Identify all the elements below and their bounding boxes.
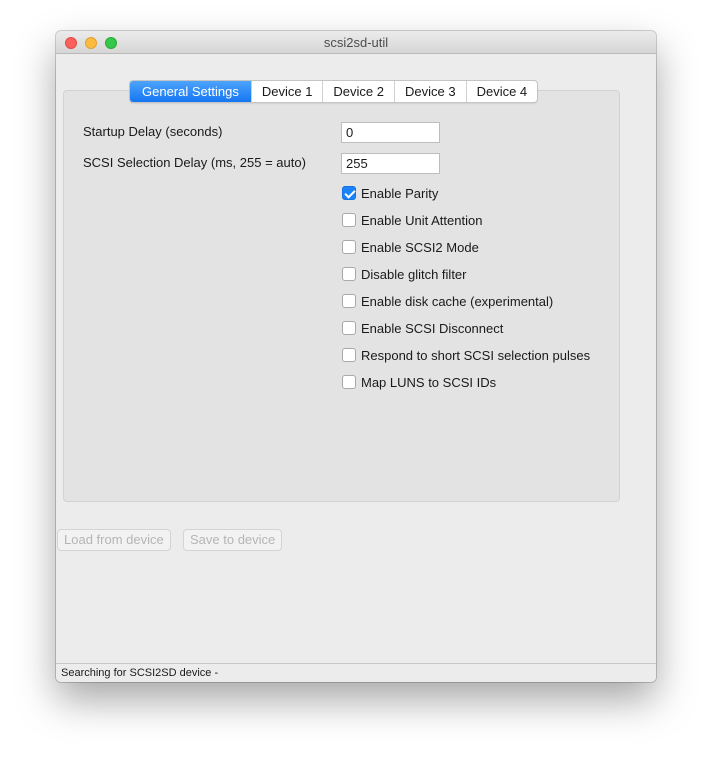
status-bar: Searching for SCSI2SD device - bbox=[56, 663, 656, 682]
enable-scsi2-mode-checkbox[interactable]: Enable SCSI2 Mode bbox=[342, 238, 479, 256]
enable-disk-cache-checkbox[interactable]: Enable disk cache (experimental) bbox=[342, 292, 553, 310]
startup-delay-field[interactable] bbox=[341, 122, 440, 143]
checkbox-icon bbox=[342, 240, 356, 254]
checkbox-label: Enable SCSI Disconnect bbox=[361, 320, 504, 336]
tab-device-3[interactable]: Device 3 bbox=[394, 81, 466, 102]
tab-device-2[interactable]: Device 2 bbox=[322, 81, 394, 102]
checkbox-icon bbox=[342, 294, 356, 308]
checkbox-label: Enable Parity bbox=[361, 185, 439, 201]
window-title: scsi2sd-util bbox=[323, 35, 389, 50]
status-text: Searching for SCSI2SD device - bbox=[61, 667, 219, 679]
checkbox-label: Disable glitch filter bbox=[361, 266, 467, 282]
title-bar[interactable]: scsi2sd-util bbox=[56, 31, 656, 54]
enable-scsi-disconnect-checkbox[interactable]: Enable SCSI Disconnect bbox=[342, 319, 503, 337]
tab-device-4[interactable]: Device 4 bbox=[465, 81, 538, 102]
tab-general-settings[interactable]: General Settings bbox=[130, 81, 251, 102]
checkbox-label: Map LUNS to SCSI IDs bbox=[361, 374, 497, 390]
app-window: scsi2sd-util General Settings Device 1 D… bbox=[56, 31, 656, 682]
load-from-device-button[interactable]: Load from device bbox=[57, 529, 171, 551]
startup-delay-label: Startup Delay (seconds) bbox=[83, 124, 223, 139]
tab-bar: General Settings Device 1 Device 2 Devic… bbox=[129, 80, 539, 103]
checkbox-label: Respond to short SCSI selection pulses bbox=[361, 347, 591, 363]
checkbox-icon bbox=[342, 348, 356, 362]
desktop-background: scsi2sd-util General Settings Device 1 D… bbox=[0, 0, 712, 762]
tab-device-1[interactable]: Device 1 bbox=[250, 81, 323, 102]
enable-parity-checkbox[interactable]: Enable Parity bbox=[342, 184, 438, 202]
checkbox-label: Enable SCSI2 Mode bbox=[361, 239, 479, 255]
checkbox-icon bbox=[342, 321, 356, 335]
checkbox-icon bbox=[342, 186, 356, 200]
selection-delay-field[interactable] bbox=[341, 153, 440, 174]
short-selection-pulses-checkbox[interactable]: Respond to short SCSI selection pulses bbox=[342, 346, 590, 364]
disable-glitch-filter-checkbox[interactable]: Disable glitch filter bbox=[342, 265, 467, 283]
enable-unit-attention-checkbox[interactable]: Enable Unit Attention bbox=[342, 211, 482, 229]
checkbox-label: Enable Unit Attention bbox=[361, 212, 483, 228]
save-to-device-button[interactable]: Save to device bbox=[183, 529, 283, 551]
map-luns-checkbox[interactable]: Map LUNS to SCSI IDs bbox=[342, 373, 496, 391]
checkbox-icon bbox=[342, 375, 356, 389]
checkbox-icon bbox=[342, 213, 356, 227]
selection-delay-label: SCSI Selection Delay (ms, 255 = auto) bbox=[83, 155, 306, 170]
checkbox-label: Enable disk cache (experimental) bbox=[361, 293, 554, 309]
checkbox-icon bbox=[342, 267, 356, 281]
